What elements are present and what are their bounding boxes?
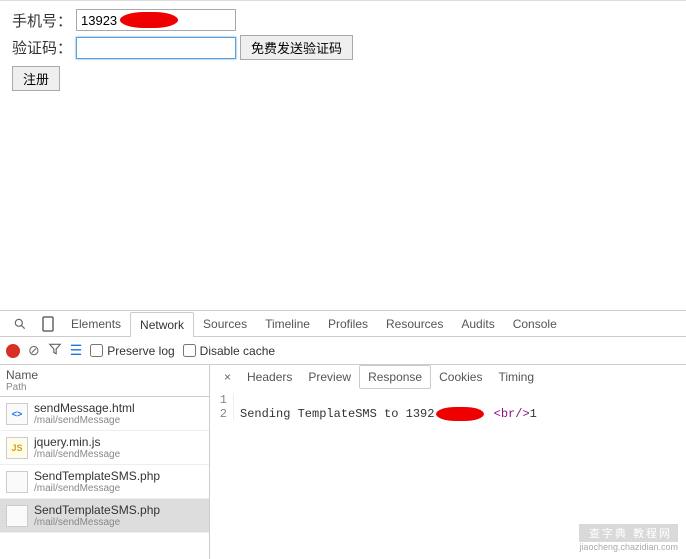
code-input[interactable] bbox=[76, 37, 236, 59]
preserve-log-checkbox[interactable]: Preserve log bbox=[90, 344, 174, 358]
code-label: 验证码： bbox=[12, 37, 76, 58]
detail-tab-timing[interactable]: Timing bbox=[490, 366, 542, 388]
file-icon bbox=[6, 471, 28, 493]
tab-profiles[interactable]: Profiles bbox=[319, 312, 377, 336]
clear-icon[interactable]: ⊘ bbox=[28, 342, 40, 359]
devtools-panel: Elements Network Sources Timeline Profil… bbox=[0, 310, 686, 558]
device-icon[interactable] bbox=[40, 316, 56, 332]
column-path: Path bbox=[6, 382, 203, 393]
filter-icon[interactable] bbox=[48, 342, 62, 359]
search-icon[interactable] bbox=[12, 316, 28, 332]
tab-timeline[interactable]: Timeline bbox=[256, 312, 319, 336]
request-item[interactable]: SendTemplateSMS.php /mail/sendMessage bbox=[0, 499, 209, 533]
column-name[interactable]: Name bbox=[6, 368, 203, 382]
tab-console[interactable]: Console bbox=[504, 312, 566, 336]
record-button[interactable] bbox=[6, 344, 20, 358]
html-file-icon: <> bbox=[6, 403, 28, 425]
request-item[interactable]: <> sendMessage.html /mail/sendMessage bbox=[0, 397, 209, 431]
watermark: 查字典 教程网 jiaocheng.chazidian.com bbox=[579, 524, 678, 552]
detail-tab-response[interactable]: Response bbox=[359, 365, 431, 389]
tab-elements[interactable]: Elements bbox=[62, 312, 130, 336]
redaction-mark bbox=[120, 12, 178, 28]
send-code-button[interactable]: 免费发送验证码 bbox=[240, 35, 353, 60]
close-icon[interactable]: × bbox=[216, 370, 239, 384]
tab-audits[interactable]: Audits bbox=[452, 312, 503, 336]
js-file-icon: JS bbox=[6, 437, 28, 459]
request-item[interactable]: JS jquery.min.js /mail/sendMessage bbox=[0, 431, 209, 465]
detail-tab-headers[interactable]: Headers bbox=[239, 366, 300, 388]
request-item[interactable]: SendTemplateSMS.php /mail/sendMessage bbox=[0, 465, 209, 499]
tab-sources[interactable]: Sources bbox=[194, 312, 256, 336]
list-icon[interactable]: ☰ bbox=[70, 342, 83, 359]
redaction-mark bbox=[436, 407, 484, 421]
tab-network[interactable]: Network bbox=[130, 312, 194, 337]
phone-label: 手机号： bbox=[12, 10, 76, 31]
request-list: Name Path <> sendMessage.html /mail/send… bbox=[0, 365, 210, 559]
detail-tab-cookies[interactable]: Cookies bbox=[431, 366, 490, 388]
disable-cache-checkbox[interactable]: Disable cache bbox=[183, 344, 275, 358]
register-button[interactable]: 注册 bbox=[12, 66, 60, 91]
detail-tab-preview[interactable]: Preview bbox=[300, 366, 359, 388]
file-icon bbox=[6, 505, 28, 527]
tab-resources[interactable]: Resources bbox=[377, 312, 452, 336]
